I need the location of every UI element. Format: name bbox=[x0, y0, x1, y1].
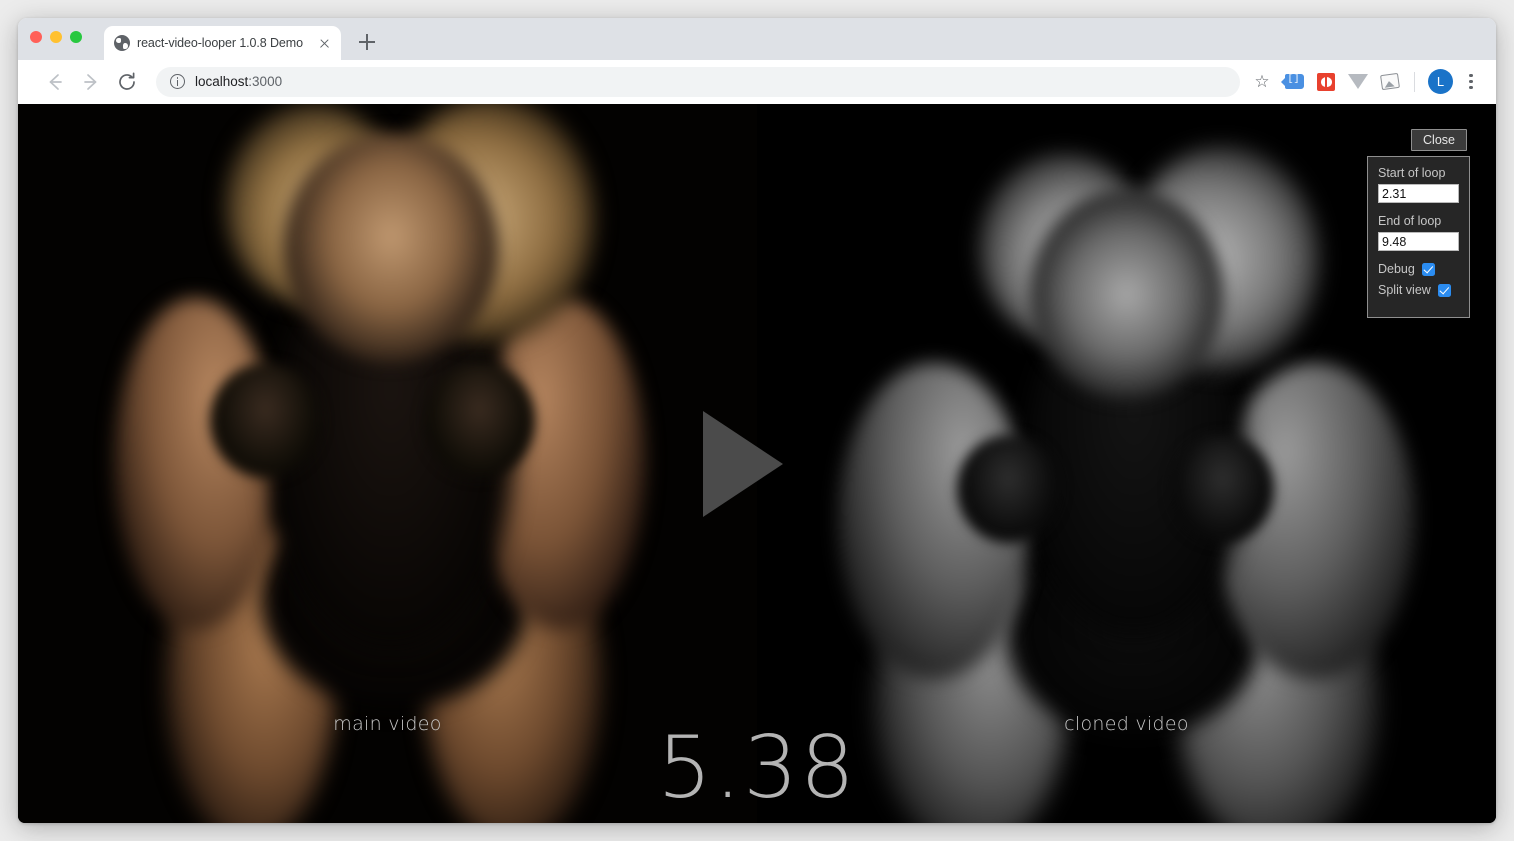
video-frame-shape bbox=[1170, 434, 1275, 543]
video-frame-shape bbox=[1030, 190, 1223, 399]
ext-red-bug-icon[interactable] bbox=[1310, 66, 1342, 98]
video-frame-shape bbox=[210, 362, 321, 478]
globe-icon bbox=[114, 35, 130, 51]
ext-vue-devtools-icon[interactable] bbox=[1342, 66, 1374, 98]
page-viewport: main video cloned video 5.38 Close Start… bbox=[18, 104, 1496, 823]
url-host: localhost bbox=[195, 74, 249, 89]
close-button[interactable]: Close bbox=[1411, 129, 1467, 151]
address-bar-text: localhost:3000 bbox=[195, 74, 282, 89]
split-view-row: Split view bbox=[1378, 283, 1459, 297]
video-frame-shape bbox=[284, 132, 499, 363]
window-minimize-button[interactable] bbox=[50, 31, 62, 43]
browser-tab[interactable]: react-video-looper 1.0.8 Demo bbox=[104, 26, 341, 60]
toolbar-divider bbox=[1414, 71, 1415, 92]
star-icon[interactable]: ☆ bbox=[1246, 66, 1278, 98]
info-circle-icon[interactable] bbox=[170, 74, 185, 89]
play-triangle-icon[interactable] bbox=[703, 410, 783, 517]
kebab-menu-icon[interactable] bbox=[1458, 67, 1484, 97]
debug-control-panel: Start of loop End of loop Debug Split vi… bbox=[1367, 156, 1470, 318]
back-arrow-icon[interactable] bbox=[40, 67, 70, 97]
new-tab-button[interactable] bbox=[356, 31, 378, 53]
forward-arrow-icon[interactable] bbox=[76, 67, 106, 97]
time-readout: 5.38 bbox=[657, 718, 857, 818]
close-icon[interactable] bbox=[316, 35, 333, 52]
avatar[interactable]: L bbox=[1428, 69, 1453, 94]
ext-blue-tag-icon[interactable] bbox=[1278, 66, 1310, 98]
debug-checkbox[interactable] bbox=[1421, 262, 1435, 276]
debug-label: Debug bbox=[1378, 262, 1415, 276]
window-maximize-button[interactable] bbox=[70, 31, 82, 43]
end-of-loop-label: End of loop bbox=[1378, 214, 1442, 228]
video-frame-shape bbox=[956, 434, 1060, 543]
reload-icon[interactable] bbox=[112, 67, 142, 97]
window-traffic-lights bbox=[30, 31, 82, 43]
address-bar[interactable]: localhost:3000 bbox=[156, 66, 1240, 97]
tab-title: react-video-looper 1.0.8 Demo bbox=[137, 36, 303, 50]
end-of-loop-input[interactable] bbox=[1378, 232, 1459, 251]
toolbar-icon-group: ☆ L bbox=[1246, 66, 1484, 98]
browser-toolbar: localhost:3000 ☆ L bbox=[18, 60, 1496, 104]
video-frame-shape bbox=[424, 362, 536, 478]
split-view-label: Split view bbox=[1378, 283, 1431, 297]
cloned-video-label: cloned video bbox=[1064, 713, 1189, 735]
main-video-pane[interactable]: main video bbox=[18, 104, 757, 823]
ext-gray-image-icon[interactable] bbox=[1374, 66, 1406, 98]
start-of-loop-input[interactable] bbox=[1378, 184, 1459, 203]
start-of-loop-label: Start of loop bbox=[1378, 166, 1446, 180]
tab-strip: react-video-looper 1.0.8 Demo bbox=[18, 18, 1496, 60]
window-close-button[interactable] bbox=[30, 31, 42, 43]
debug-row: Debug bbox=[1378, 262, 1459, 276]
browser-window: react-video-looper 1.0.8 Demo localhost:… bbox=[18, 18, 1496, 823]
url-port: :3000 bbox=[248, 74, 283, 89]
split-view-checkbox[interactable] bbox=[1437, 283, 1451, 297]
main-video-label: main video bbox=[333, 713, 442, 735]
